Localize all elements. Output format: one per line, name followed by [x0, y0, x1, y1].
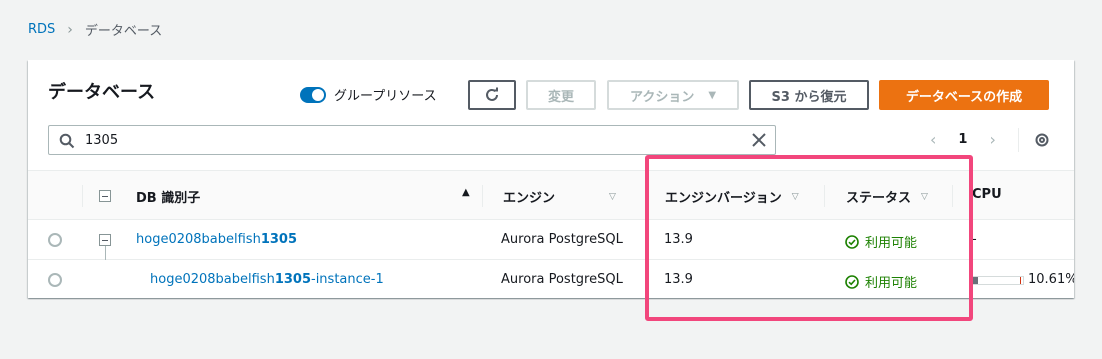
- group-resources-toggle[interactable]: グループリソース: [300, 85, 437, 104]
- column-cpu[interactable]: CPU: [972, 187, 1002, 202]
- db-identifier-prefix: hoge0208babelfish: [136, 232, 261, 247]
- db-identifier-link[interactable]: hoge0208babelfish1305: [136, 232, 297, 247]
- collapse-all-icon[interactable]: [99, 190, 111, 202]
- row-radio[interactable]: [48, 273, 62, 287]
- column-divider: [82, 185, 83, 207]
- db-identifier-suffix: -instance-1: [311, 272, 384, 287]
- db-identifier-match: 1305: [274, 272, 311, 287]
- engine-cell: Aurora PostgreSQL: [501, 232, 623, 247]
- column-cpu-label: CPU: [972, 187, 1002, 202]
- cpu-utilization-bar: [972, 276, 1024, 285]
- db-identifier-link[interactable]: hoge0208babelfish1305-instance-1: [150, 272, 384, 287]
- breadcrumb-rds-link[interactable]: RDS: [28, 22, 55, 37]
- column-divider: [482, 185, 483, 207]
- highlight-annotation-box: [645, 155, 973, 321]
- group-resources-label: グループリソース: [334, 89, 437, 104]
- next-page-icon[interactable]: ›: [989, 130, 995, 149]
- column-engine[interactable]: エンジン ▽: [503, 187, 616, 206]
- column-engine-label: エンジン: [503, 191, 556, 206]
- refresh-icon: [486, 87, 498, 101]
- breadcrumb: RDS › データベース: [28, 20, 163, 40]
- engine-cell: Aurora PostgreSQL: [501, 272, 623, 287]
- pager-divider: [1018, 128, 1019, 152]
- refresh-button[interactable]: [468, 80, 516, 110]
- search-icon: [59, 133, 75, 149]
- sort-icon: ▽: [609, 191, 616, 202]
- cpu-value: 10.61%: [1028, 272, 1074, 287]
- row-radio[interactable]: [48, 233, 62, 247]
- search-input[interactable]: 1305: [48, 125, 776, 155]
- column-db-identifier[interactable]: DB 識別子: [136, 187, 200, 206]
- toggle-switch[interactable]: [300, 86, 326, 103]
- db-identifier-prefix: hoge0208babelfish: [150, 272, 275, 287]
- modify-button[interactable]: 変更: [526, 80, 596, 110]
- restore-from-s3-label: S3 から復元: [771, 89, 847, 105]
- chevron-right-icon: ›: [67, 21, 73, 38]
- restore-from-s3-button[interactable]: S3 から復元: [749, 80, 869, 110]
- search-value: 1305: [85, 133, 119, 148]
- actions-button[interactable]: アクション ▼: [607, 80, 739, 110]
- current-page-number[interactable]: 1: [958, 132, 967, 147]
- gear-icon[interactable]: [1034, 132, 1050, 148]
- collapse-icon[interactable]: [99, 234, 111, 246]
- create-database-button[interactable]: データベースの作成: [879, 80, 1049, 110]
- page-title: データベース: [48, 82, 156, 103]
- clear-search-icon[interactable]: [751, 132, 767, 148]
- sort-ascending-icon[interactable]: ▲: [452, 187, 470, 198]
- modify-button-label: 変更: [547, 89, 574, 105]
- pagination: ‹ 1 ›: [930, 130, 996, 149]
- db-identifier-match: 1305: [260, 232, 297, 247]
- cpu-alarm-marker: [1020, 277, 1021, 284]
- previous-page-icon[interactable]: ‹: [930, 130, 936, 149]
- breadcrumb-current: データベース: [84, 24, 163, 39]
- column-db-identifier-label: DB 識別子: [136, 191, 201, 206]
- caret-down-icon: ▼: [708, 89, 717, 101]
- actions-button-label: アクション: [629, 89, 695, 105]
- cpu-utilization-fill: [973, 277, 979, 284]
- create-database-label: データベースの作成: [905, 89, 1023, 105]
